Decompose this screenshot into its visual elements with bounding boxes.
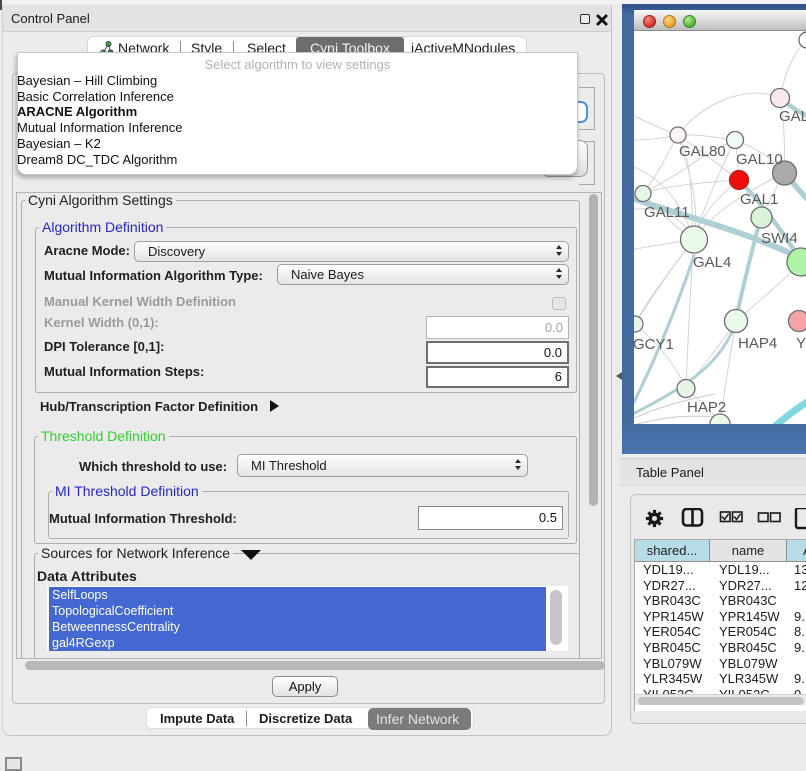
svg-text:GCY1: GCY1: [634, 336, 674, 353]
svg-text:SWI4: SWI4: [761, 230, 798, 247]
svg-text:HAP4: HAP4: [738, 335, 777, 352]
svg-text:GAL11: GAL11: [644, 204, 690, 221]
svg-text:GAL80: GAL80: [679, 143, 726, 160]
svg-text:Y: Y: [796, 335, 806, 352]
svg-text:GAL7: GAL7: [779, 108, 806, 125]
svg-text:HAP2: HAP2: [687, 399, 726, 416]
svg-text:GAL4: GAL4: [693, 254, 731, 271]
svg-text:GAL10: GAL10: [736, 151, 783, 168]
svg-text:GAL1: GAL1: [740, 191, 778, 208]
